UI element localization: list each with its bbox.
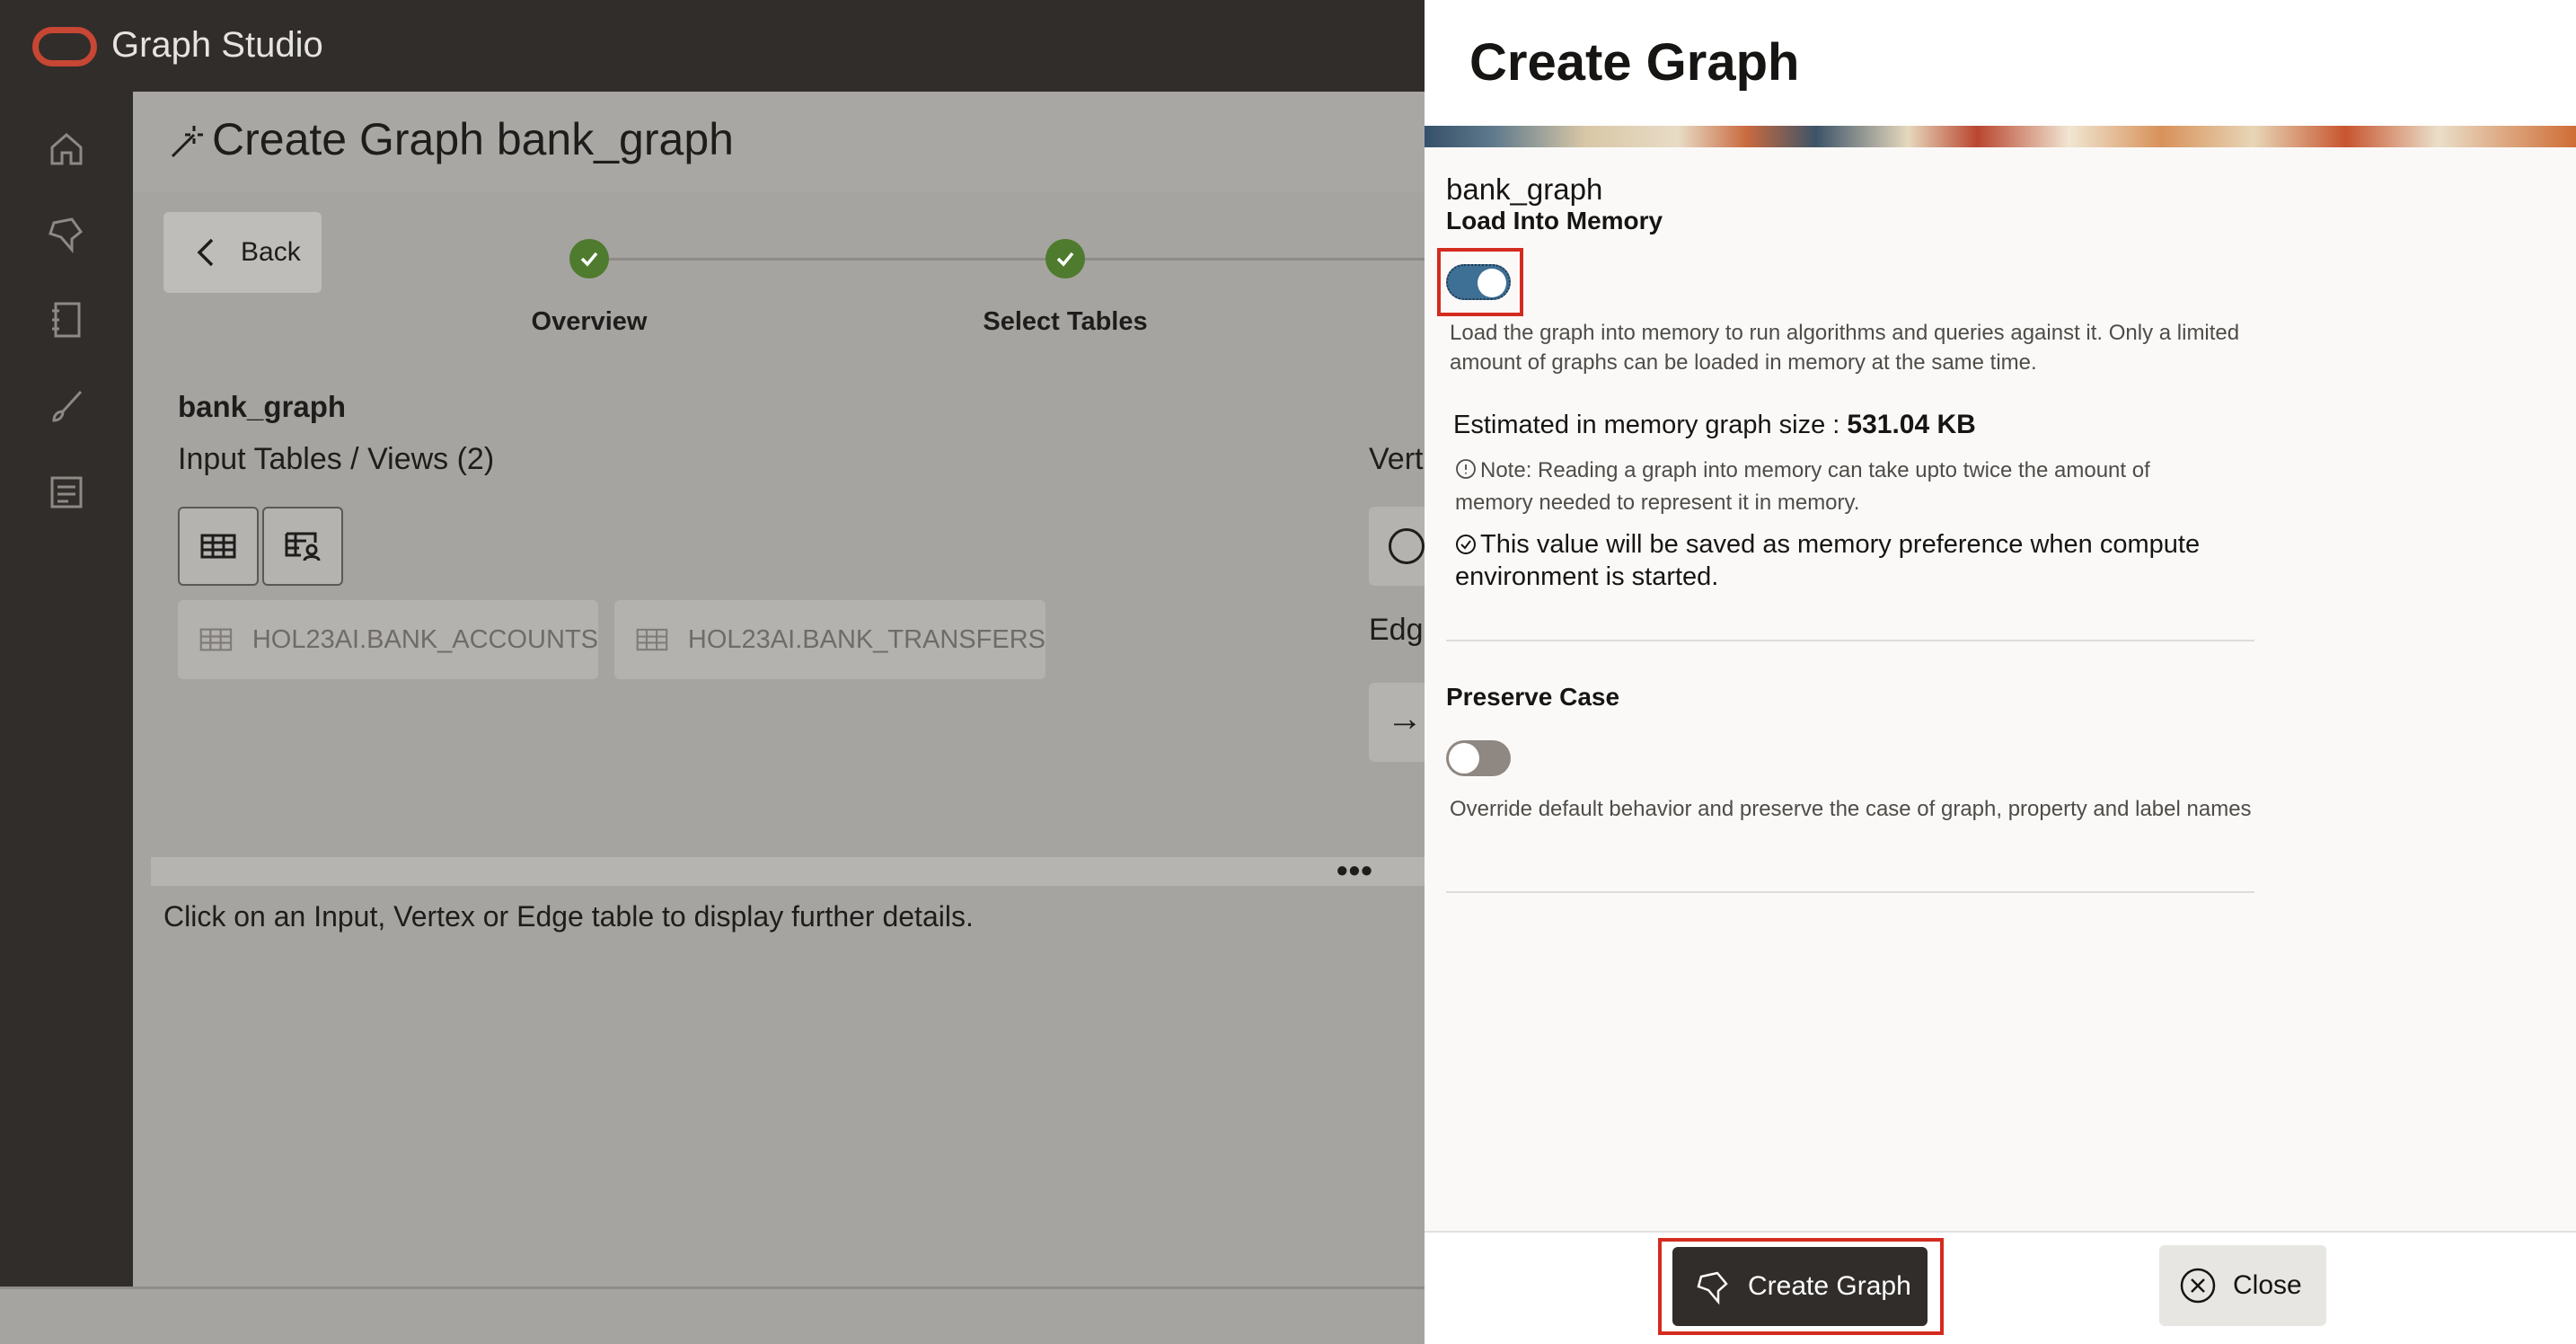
edge-table-button[interactable]: → [1369, 683, 1425, 762]
drawer-graph-name: bank_graph [1446, 172, 1603, 206]
decorative-banner [1425, 126, 2576, 147]
stepper-track [591, 258, 1489, 261]
section-divider [1446, 640, 2254, 641]
drawer-title: Create Graph [1469, 33, 1800, 92]
preserve-case-description: Override default behavior and preserve t… [1450, 797, 2252, 821]
close-circle-icon [2180, 1268, 2216, 1304]
close-label: Close [2233, 1270, 2302, 1300]
load-into-memory-label: Load Into Memory [1446, 207, 1663, 234]
toggle-knob [1449, 743, 1479, 774]
back-button[interactable]: Back [163, 212, 322, 293]
page-header: Create Graph bank_graph [133, 92, 1425, 192]
saved-preference-info: This value will be saved as memory prefe… [1455, 528, 2245, 593]
table-view-button[interactable] [178, 507, 259, 586]
create-graph-drawer: Create Graph bank_graph Load Into Memory… [1425, 0, 2576, 1344]
table-icon [200, 534, 236, 559]
page-title: Create Graph bank_graph [212, 114, 734, 164]
memory-note: Note: Reading a graph into memory can ta… [1455, 455, 2210, 519]
app-window: Graph Studio >> Create Graph bank_graph [0, 0, 2576, 1344]
oracle-logo-icon [32, 27, 97, 66]
estimated-size: Estimated in memory graph size : 531.04 … [1453, 410, 1976, 440]
input-table-chip[interactable]: HOL23AI.BANK_ACCOUNTS [178, 600, 598, 679]
table-user-button[interactable] [262, 507, 343, 586]
preserve-case-toggle[interactable] [1446, 740, 1511, 776]
create-graph-button[interactable]: Create Graph [1672, 1247, 1928, 1326]
step-select-tables-label: Select Tables [983, 307, 1148, 336]
graph-name-heading: bank_graph [178, 390, 347, 423]
notebook-icon[interactable] [45, 298, 88, 341]
estimated-size-value: 531.04 KB [1847, 410, 1976, 439]
sidebar: >> [0, 92, 133, 1335]
top-bar: Graph Studio [0, 0, 1425, 92]
jobs-icon[interactable] [45, 471, 88, 514]
input-tables-label: Input Tables / Views (2) [178, 442, 495, 476]
table-user-icon [285, 532, 321, 561]
drawer-footer [1425, 1231, 2576, 1344]
chevron-left-icon [197, 238, 214, 267]
preserve-case-label: Preserve Case [1446, 683, 1620, 711]
input-table-name: HOL23AI.BANK_ACCOUNTS [251, 624, 598, 654]
step-overview-check-icon [569, 239, 609, 279]
vertex-circle-icon [1389, 528, 1425, 564]
load-into-memory-toggle[interactable] [1446, 264, 1511, 300]
step-overview-label: Overview [531, 307, 648, 336]
input-table-name: HOL23AI.BANK_TRANSFERS [687, 624, 1045, 654]
input-table-chip[interactable]: HOL23AI.BANK_TRANSFERS [614, 600, 1045, 679]
arrow-right-icon: → [1387, 699, 1423, 738]
close-button[interactable]: Close [2159, 1245, 2326, 1326]
magic-wand-icon [163, 120, 207, 164]
panel-splitter[interactable] [151, 857, 1425, 886]
info-icon [1456, 459, 1476, 479]
details-hint: Click on an Input, Vertex or Edge table … [163, 900, 974, 933]
memory-note-text: Note: Reading a graph into memory can ta… [1455, 458, 2150, 515]
create-graph-label: Create Graph [1748, 1271, 1911, 1301]
drawer-header: Create Graph [1425, 0, 2576, 126]
step-select-tables-check-icon [1045, 239, 1085, 279]
brush-icon[interactable] [45, 385, 88, 428]
estimated-size-label: Estimated in memory graph size : [1453, 411, 1848, 439]
section-divider [1446, 891, 2254, 893]
main-content: Create Graph bank_graph Back Overview Se… [133, 92, 1489, 1287]
more-options-icon[interactable]: ••• [1337, 852, 1373, 889]
toggle-knob [1478, 269, 1506, 297]
check-circle-icon [1456, 535, 1476, 554]
load-into-memory-description: Load the graph into memory to run algori… [1450, 321, 2240, 375]
table-icon [636, 628, 668, 651]
bottom-strip [0, 1287, 1425, 1344]
vertex-table-button[interactable] [1369, 507, 1425, 586]
table-icon [199, 628, 233, 651]
graph-icon[interactable] [45, 212, 88, 255]
vertex-tables-label: Vert [1369, 442, 1424, 476]
app-title: Graph Studio [111, 25, 323, 65]
saved-preference-text: This value will be saved as memory prefe… [1455, 530, 2201, 591]
home-icon[interactable] [45, 128, 88, 171]
graph-icon [1697, 1271, 1728, 1305]
back-label: Back [241, 237, 301, 267]
